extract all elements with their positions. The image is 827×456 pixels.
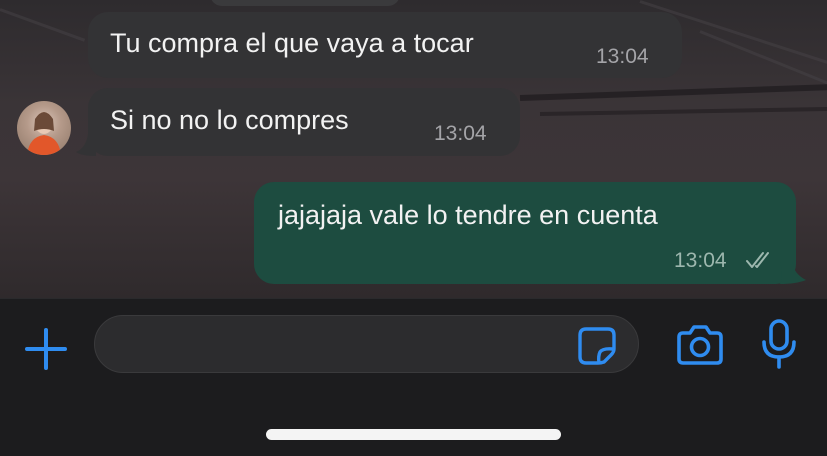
chat-background: Tu compra el que vaya a tocar 13:04 Si n… [0, 0, 827, 298]
background-stripe [539, 106, 827, 116]
message-time: 13:04 [434, 122, 487, 145]
message-input[interactable] [94, 315, 639, 373]
plus-icon[interactable] [24, 327, 68, 371]
microphone-icon[interactable] [758, 318, 800, 370]
background-stripe [0, 8, 86, 42]
incoming-message-bubble[interactable]: Tu compra el que vaya a tocar 13:04 [88, 12, 682, 78]
double-check-icon [746, 252, 769, 268]
message-text: Si no no lo compres [110, 105, 349, 135]
message-time: 13:04 [674, 249, 727, 272]
sticker-icon[interactable] [576, 325, 618, 367]
message-time: 13:04 [596, 45, 649, 68]
avatar[interactable] [17, 101, 71, 155]
previous-message-bubble[interactable] [210, 0, 400, 6]
background-stripe [519, 84, 827, 101]
message-text: Tu compra el que vaya a tocar [110, 28, 474, 58]
outgoing-message-bubble[interactable]: jajajaja vale lo tendre en cuenta 13:04 [254, 182, 796, 284]
incoming-message-bubble[interactable]: Si no no lo compres 13:04 [88, 88, 520, 156]
camera-icon[interactable] [675, 323, 725, 367]
home-indicator[interactable] [266, 429, 561, 440]
avatar-image [27, 112, 61, 155]
message-text: jajajaja vale lo tendre en cuenta [278, 200, 658, 230]
outgoing-bubble-tail [780, 262, 806, 284]
incoming-bubble-tail [76, 134, 96, 156]
